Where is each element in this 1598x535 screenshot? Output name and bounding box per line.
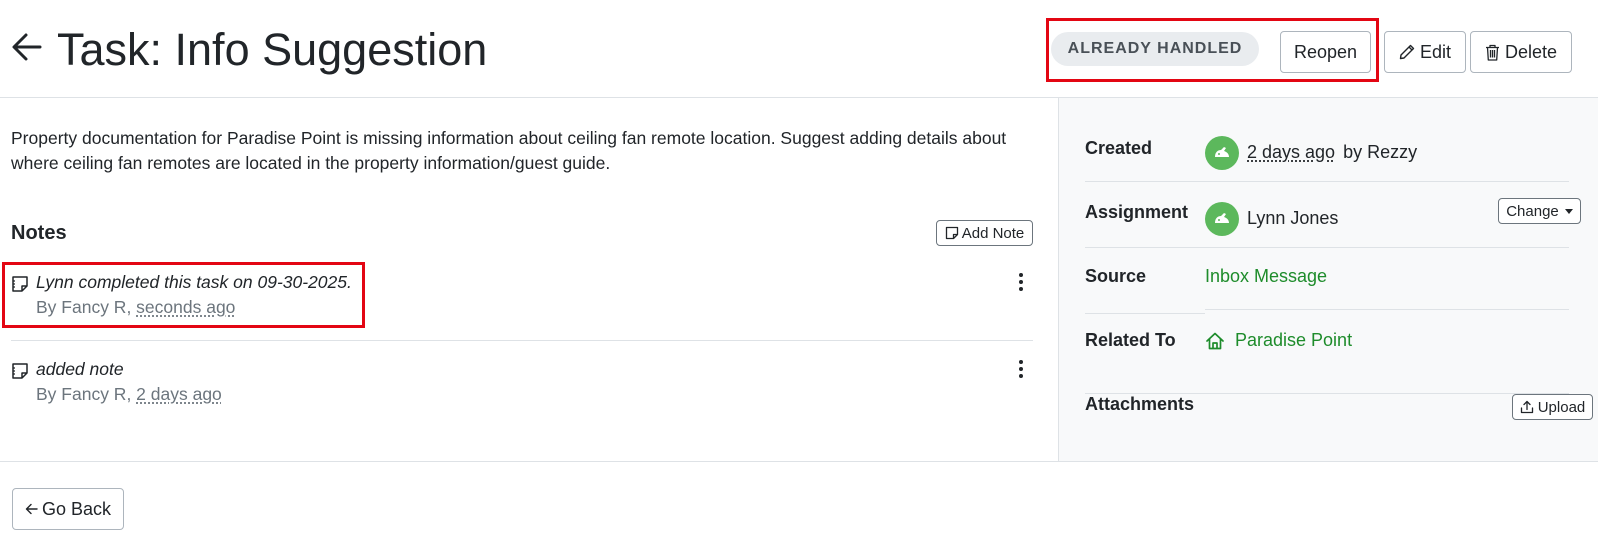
- upload-label: Upload: [1537, 398, 1586, 416]
- source-label: Source: [1085, 266, 1147, 286]
- notes-heading: Notes: [11, 222, 67, 244]
- attachments-label: Attachments: [1085, 394, 1195, 414]
- note-item: Lynn completed this task on 09-30-2025. …: [11, 269, 1033, 341]
- note-text: Lynn completed this task on 09-30-2025.: [36, 272, 352, 292]
- row-divider: [1205, 181, 1569, 182]
- page-title: Task: Info Suggestion: [57, 24, 488, 75]
- delete-label: Delete: [1504, 41, 1558, 62]
- task-main: Property documentation for Paradise Poin…: [0, 98, 1058, 462]
- change-label: Change: [1506, 202, 1559, 220]
- created-label: Created: [1085, 138, 1153, 158]
- note-item: added note By Fancy R, 2 days ago: [11, 356, 1033, 426]
- created-time: 2 days ago: [1247, 142, 1336, 162]
- note-icon: [12, 363, 28, 379]
- prop-row-attachments: Attachments Upload: [1085, 394, 1593, 458]
- avatar-icon: [1215, 212, 1229, 223]
- created-value: 2 days ago by Rezzy: [1205, 135, 1418, 170]
- back-arrow-icon[interactable]: [10, 30, 44, 64]
- related-value: Paradise Point: [1205, 330, 1352, 351]
- trash-icon: [1485, 44, 1499, 61]
- note-icon: [945, 226, 958, 240]
- prop-row-source: Source Inbox Message: [1085, 250, 1569, 314]
- task-sidebar: Created 2 days ago by Rezzy Assignment L…: [1058, 98, 1598, 462]
- change-assignment-button[interactable]: Change: [1498, 198, 1581, 224]
- related-label: Related To: [1085, 330, 1176, 350]
- edit-label: Edit: [1419, 41, 1452, 62]
- avatar: [1205, 201, 1239, 236]
- home-icon: [1206, 332, 1224, 349]
- kebab-icon[interactable]: [1015, 271, 1027, 293]
- go-back-button[interactable]: Go Back: [12, 488, 124, 530]
- edit-button[interactable]: Edit: [1384, 31, 1466, 73]
- add-note-button[interactable]: Add Note: [936, 220, 1033, 246]
- caret-down-icon: [1564, 208, 1573, 214]
- add-note-label: Add Note: [961, 224, 1025, 242]
- prop-row-related: Related To Paradise Point: [1085, 314, 1569, 394]
- delete-button[interactable]: Delete: [1470, 31, 1572, 73]
- upload-icon: [1520, 400, 1533, 414]
- reopen-button[interactable]: Reopen: [1280, 31, 1371, 73]
- created-by: by Rezzy: [1343, 142, 1418, 162]
- prop-row-assignment: Assignment Lynn Jones Change: [1085, 186, 1581, 250]
- row-divider: [1085, 247, 1205, 248]
- page-header: Task: Info Suggestion ALREADY HANDLED Re…: [0, 0, 1598, 98]
- row-divider: [1205, 309, 1569, 310]
- assignee-name: Lynn Jones: [1247, 208, 1339, 228]
- reopen-label: Reopen: [1293, 41, 1358, 62]
- related-link[interactable]: Paradise Point: [1235, 330, 1352, 351]
- note-meta: By Fancy R, seconds ago: [36, 297, 235, 318]
- go-back-label: Go Back: [41, 498, 112, 519]
- avatar: [1205, 135, 1239, 170]
- note-meta: By Fancy R, 2 days ago: [36, 384, 222, 405]
- row-divider: [1205, 247, 1569, 248]
- note-time: seconds ago: [136, 297, 236, 317]
- source-value: Inbox Message: [1205, 266, 1327, 287]
- pencil-icon: [1399, 44, 1415, 60]
- row-divider: [1085, 181, 1205, 182]
- assignment-value: Lynn Jones: [1205, 201, 1339, 236]
- back-arrow-icon: [25, 503, 38, 515]
- note-author: By Fancy R,: [36, 297, 137, 317]
- note-icon: [12, 276, 28, 292]
- avatar-icon: [1215, 146, 1229, 157]
- upload-button[interactable]: Upload: [1512, 394, 1593, 420]
- assignment-label: Assignment: [1085, 202, 1189, 222]
- note-text: added note: [36, 359, 124, 379]
- footer-divider: [0, 461, 1598, 462]
- prop-row-created: Created 2 days ago by Rezzy: [1085, 118, 1569, 182]
- kebab-icon[interactable]: [1015, 358, 1027, 380]
- source-link[interactable]: Inbox Message: [1205, 266, 1327, 287]
- task-description: Property documentation for Paradise Poin…: [11, 128, 1007, 173]
- note-author: By Fancy R,: [36, 384, 137, 404]
- note-time: 2 days ago: [136, 384, 222, 404]
- status-badge: ALREADY HANDLED: [1051, 32, 1259, 66]
